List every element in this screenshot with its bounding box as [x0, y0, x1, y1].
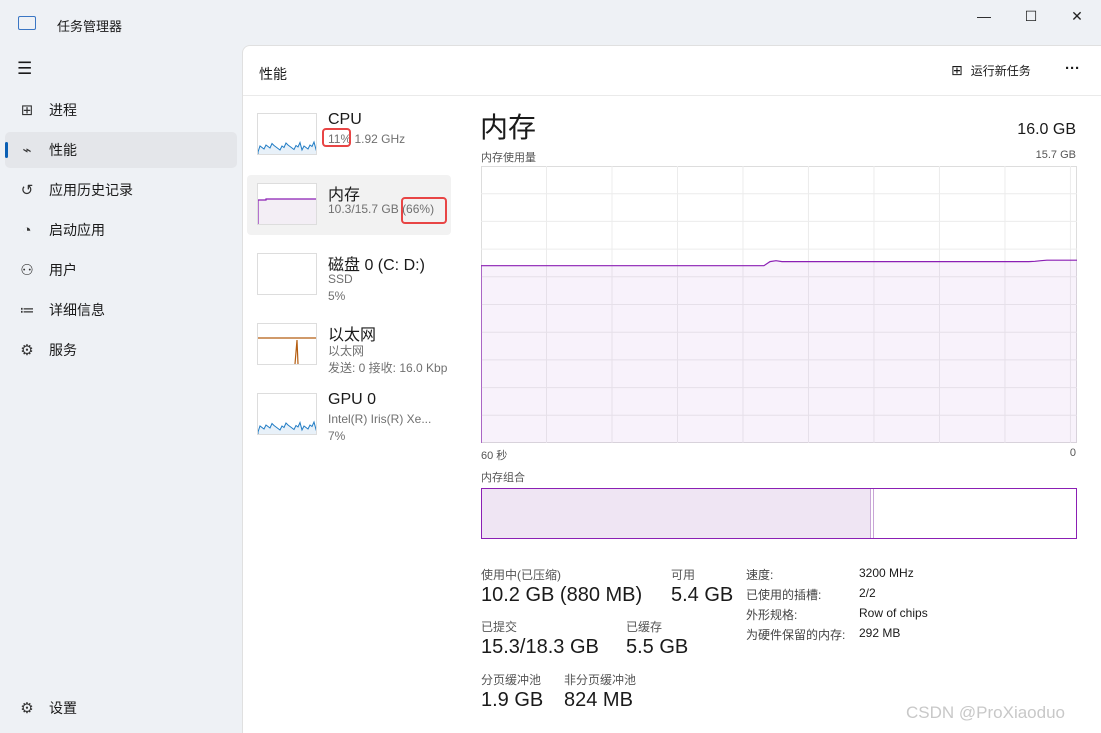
in-use-value: 10.2 GB (880 MB): [481, 584, 643, 606]
details-icon: ≔: [19, 302, 35, 319]
watermark: CSDN @ProXiaoduo: [906, 703, 1065, 722]
nav-label: 用户: [49, 262, 77, 278]
nav-label: 进程: [49, 102, 77, 118]
property-value: 292 MB: [859, 626, 901, 640]
committed-label: 已提交: [481, 620, 518, 634]
memory-total: 16.0 GB: [1017, 121, 1076, 138]
thumb-line: [258, 140, 316, 154]
device-stat: 10.3/15.7 GB: [328, 202, 399, 216]
highlight-box: [322, 128, 351, 147]
minimize-button[interactable]: —: [970, 8, 998, 24]
property-key: 已使用的插槽:: [746, 588, 822, 602]
nav-item-history[interactable]: ↺ 应用历史记录: [5, 172, 237, 208]
nav-sidebar: ☰ ⊞ 进程 ⌁ 性能 ↺ 应用历史记录 ◔ 启动应用 ⚇ 用户 ≔ 详细信息 ⚙ 服务 ⚙ 设置: [0, 45, 242, 733]
memory-usage-graph: [481, 166, 1077, 443]
property-value: 2/2: [859, 586, 876, 600]
usage-max: 15.7 GB: [1035, 149, 1076, 161]
maximize-button[interactable]: ☐: [1017, 8, 1045, 24]
nav-label: 应用历史记录: [49, 182, 133, 198]
startup-icon: ◔: [22, 221, 32, 239]
nav-label: 性能: [49, 142, 77, 158]
nav-label: 服务: [49, 342, 77, 358]
nav-item-startup[interactable]: ◔ 启动应用: [5, 212, 237, 248]
run-new-task-button[interactable]: ⊞ 运行新任务: [951, 62, 1031, 79]
property-value: 3200 MHz: [859, 566, 914, 580]
composition-label: 内存组合: [481, 472, 525, 484]
property-value: Row of chips: [859, 606, 928, 620]
device-thumbnail-graph: [257, 393, 317, 435]
nav-label: 详细信息: [49, 302, 105, 318]
page-title: 性能: [259, 66, 287, 82]
device-thumbnail-graph: [257, 253, 317, 295]
new-task-icon: ⊞: [951, 62, 963, 78]
run-task-label: 运行新任务: [970, 64, 1031, 78]
in-use-label: 使用中(已压缩): [481, 568, 561, 582]
device-item[interactable]: CPU 11% 1.92 GHz: [247, 105, 451, 165]
device-thumbnail-graph: [257, 113, 317, 155]
processes-icon: ⊞: [20, 102, 34, 119]
thumb-line: [258, 420, 316, 434]
usage-label: 内存使用量: [481, 152, 536, 164]
performance-icon: ⌁: [22, 142, 32, 159]
header: 性能 ⊞ 运行新任务 ···: [243, 46, 1101, 96]
hamburger-menu-icon[interactable]: ☰: [17, 59, 32, 79]
device-sub: SSD: [328, 272, 353, 286]
nav-item-details[interactable]: ≔ 详细信息: [5, 292, 237, 328]
nav-item-performance[interactable]: ⌁ 性能: [5, 132, 237, 168]
memory-composition-bar: [481, 488, 1077, 539]
nav-label: 设置: [49, 700, 77, 716]
cached-label: 已缓存: [626, 620, 663, 634]
memory-title: 内存: [480, 112, 537, 143]
device-name: CPU: [328, 111, 362, 128]
usage-area: [481, 260, 1077, 443]
modified-segment: [871, 489, 875, 538]
app-icon: [18, 16, 36, 30]
settings-icon: ⚙: [20, 700, 34, 717]
property-key: 速度:: [746, 568, 774, 582]
thumb-line: [258, 337, 316, 364]
device-stat-secondary: 1.92 GHz: [354, 132, 406, 146]
device-item[interactable]: 内存 10.3/15.7 GB (66%): [247, 175, 451, 235]
available-label: 可用: [671, 568, 696, 582]
nav-item-users[interactable]: ⚇ 用户: [5, 252, 237, 288]
main-panel: 性能 ⊞ 运行新任务 ··· CPU 11% 1.92 GHz 内存 10.3/15.…: [242, 45, 1101, 733]
device-thumbnail-graph: [257, 323, 317, 365]
history-icon: ↺: [20, 182, 34, 199]
device-thumbnail-graph: [257, 183, 317, 225]
cached-value: 5.5 GB: [626, 636, 689, 658]
close-button[interactable]: ✕: [1063, 8, 1091, 24]
nav-item-services[interactable]: ⚙ 服务: [5, 332, 237, 368]
services-icon: ⚙: [20, 342, 34, 359]
device-name: GPU 0: [328, 391, 377, 408]
users-icon: ⚇: [20, 262, 34, 279]
device-item[interactable]: GPU 0 Intel(R) Iris(R) Xe... 7%: [247, 385, 451, 445]
paged-pool-label: 分页缓冲池: [481, 673, 542, 687]
committed-value: 15.3/18.3 GB: [481, 636, 599, 658]
nonpaged-pool-value: 824 MB: [564, 689, 633, 711]
x-axis-left: 60 秒: [481, 450, 508, 462]
property-key: 外形规格:: [746, 608, 798, 622]
window-title: 任务管理器: [57, 19, 123, 34]
device-item[interactable]: 磁盘 0 (C: D:) SSD 5%: [247, 245, 451, 305]
property-key: 为硬件保留的内存:: [746, 628, 846, 642]
title-bar: 任务管理器 — ☐ ✕: [0, 0, 1101, 45]
device-item[interactable]: 以太网 以太网 发送: 0 接收: 16.0 Kbp: [247, 315, 451, 375]
in-use-segment: [482, 489, 872, 538]
nav-item-settings[interactable]: ⚙ 设置: [5, 690, 237, 726]
device-usage: 5%: [328, 289, 346, 303]
nav-item-processes[interactable]: ⊞ 进程: [5, 92, 237, 128]
device-usage: 7%: [328, 429, 346, 443]
highlight-box: [401, 197, 447, 224]
nav-label: 启动应用: [49, 222, 105, 238]
nonpaged-pool-label: 非分页缓冲池: [564, 673, 637, 687]
device-sub: Intel(R) Iris(R) Xe...: [328, 412, 432, 426]
device-sub: 以太网: [328, 344, 365, 358]
device-usage: 发送: 0 接收: 16.0 Kbp: [328, 361, 448, 375]
paged-pool-value: 1.9 GB: [481, 689, 544, 711]
thumb-fill: [258, 198, 316, 224]
x-axis-right: 0: [1069, 447, 1076, 459]
more-options-button[interactable]: ···: [1065, 60, 1080, 77]
available-value: 5.4 GB: [671, 584, 734, 606]
